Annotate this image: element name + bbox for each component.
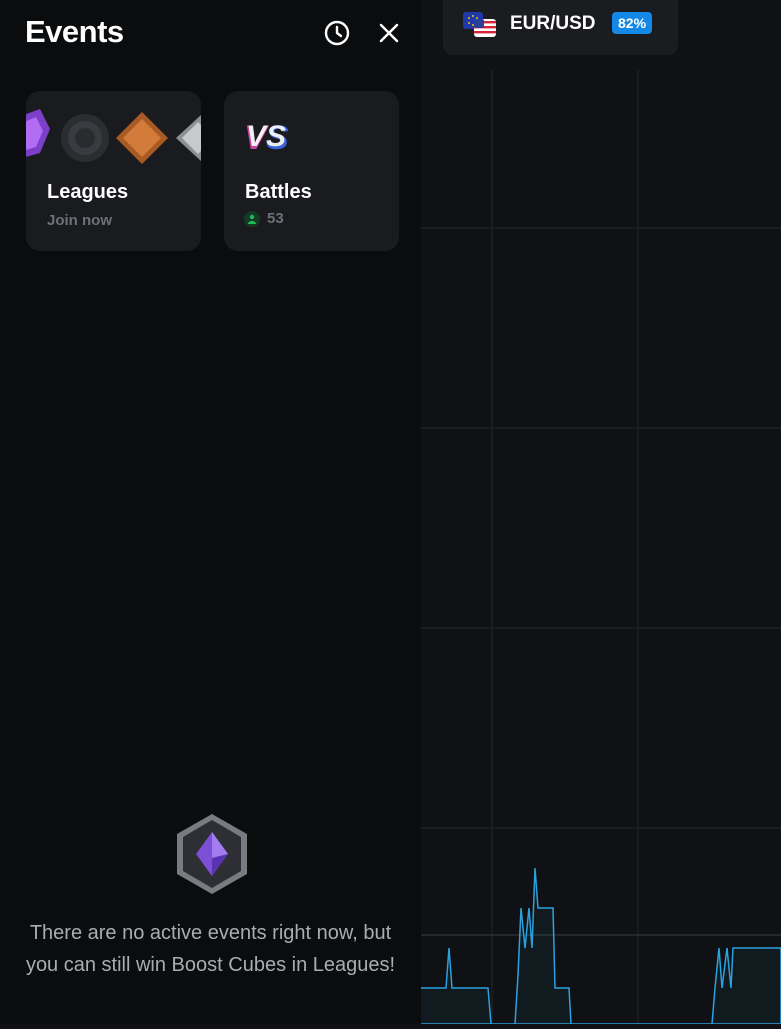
- asset-selector[interactable]: EUR/USD 82%: [443, 0, 678, 55]
- league-crystal-icon: [177, 814, 247, 894]
- clock-icon: [324, 20, 350, 46]
- panel-title: Events: [25, 14, 124, 49]
- battles-participants: 53: [244, 210, 284, 227]
- asset-pair-label: EUR/USD: [510, 13, 596, 34]
- leagues-join-link[interactable]: Join now: [47, 212, 112, 229]
- eur-usd-flags-icon: [463, 12, 496, 37]
- participants-count: 53: [267, 210, 284, 227]
- chart-canvas: [421, 70, 781, 1025]
- person-icon: [244, 210, 260, 227]
- close-icon: [379, 23, 399, 43]
- leagues-card[interactable]: Leagues Join now: [26, 91, 201, 251]
- events-panel: Events Leagues Join now V S VS Battles 5…: [0, 0, 421, 1024]
- battles-card[interactable]: V S VS Battles 53: [224, 91, 399, 251]
- payout-badge: 82%: [612, 12, 653, 34]
- versus-icon: V S VS: [244, 119, 289, 157]
- leagues-title: Leagues: [47, 181, 129, 203]
- history-button[interactable]: [321, 17, 353, 49]
- battles-title: Battles: [245, 181, 312, 203]
- empty-state-message: There are no active events right now, bu…: [25, 922, 396, 976]
- close-button[interactable]: [373, 17, 405, 49]
- price-chart[interactable]: [421, 0, 781, 1025]
- price-line: [421, 867, 781, 1025]
- svg-text:VS: VS: [246, 120, 286, 153]
- league-badges-icon: [26, 109, 201, 164]
